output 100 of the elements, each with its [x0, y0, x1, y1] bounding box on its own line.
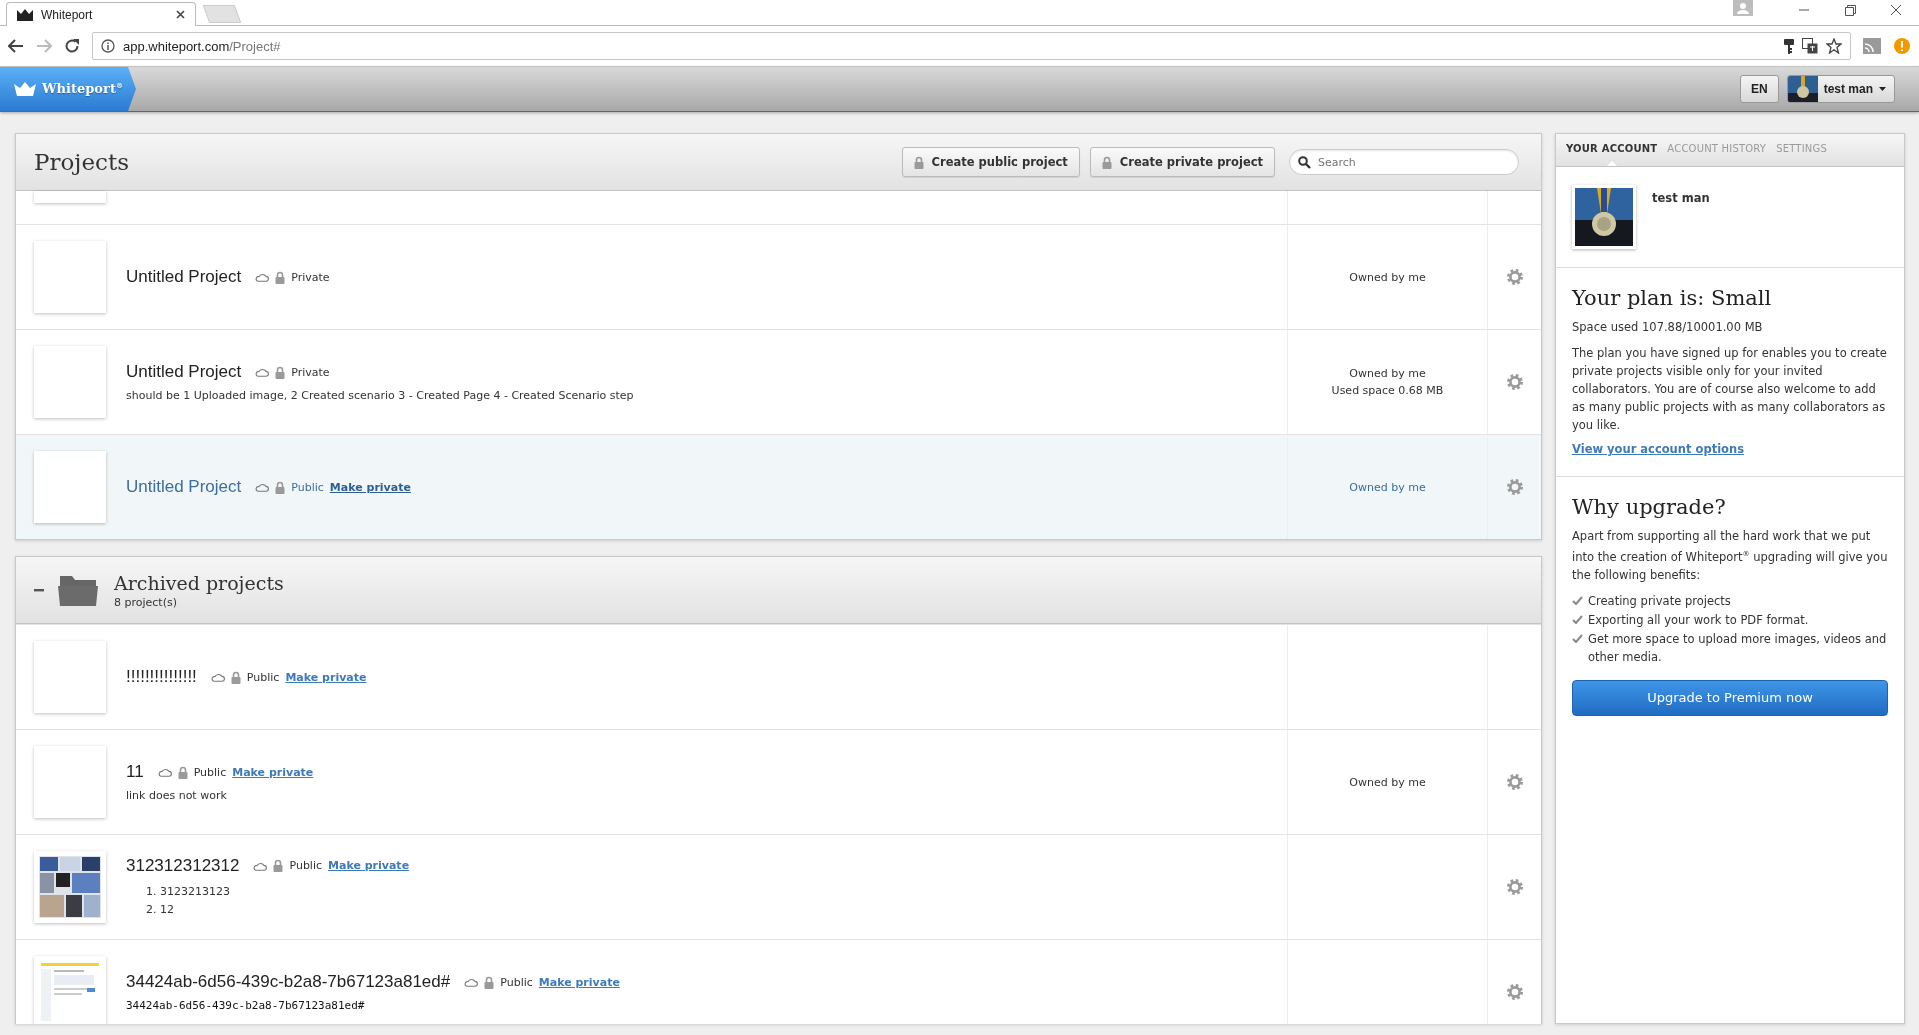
plan-title: Your plan is: Small	[1572, 286, 1773, 310]
lock-icon	[273, 859, 284, 872]
project-row[interactable]: Untitled Project Private should be 1 Uploaded image, 2 Created scenario 3 - Created Page 4 - Created Scenario step Owned by me Used space 0.68 MB	[16, 329, 1541, 434]
project-thumbnail	[34, 746, 106, 818]
visibility-label: Public	[500, 975, 533, 989]
used-space-label: Used space 0.68 MB	[1331, 383, 1444, 399]
logo-text: Whiteport$^{®}$	[42, 81, 123, 97]
info-icon	[101, 39, 115, 53]
lock-icon	[275, 365, 286, 379]
settings-icon[interactable]	[1505, 773, 1524, 791]
check-icon	[1572, 633, 1583, 643]
settings-icon[interactable]	[1505, 268, 1524, 286]
star-icon[interactable]	[1826, 38, 1842, 54]
lock-icon	[230, 670, 241, 684]
description-list-item: 1. 3123213123	[146, 883, 231, 900]
project-name[interactable]: Untitled Project	[126, 267, 242, 287]
upgrade-description: Apart from supporting all the hard work that we put into the creation of Whiteport$^{®}$ upgrading will give you the following benefits:	[1572, 528, 1888, 584]
project-thumbnail	[34, 191, 106, 203]
project-row[interactable]: Untitled Project Private Owned by me	[16, 224, 1541, 329]
panel-title: Projects	[34, 149, 130, 175]
translate-icon[interactable]	[1802, 38, 1818, 54]
project-thumbnail	[34, 241, 106, 313]
project-thumbnail	[34, 451, 106, 523]
project-row[interactable]: Untitled Project Public Make private Owned by me	[16, 434, 1541, 539]
project-row[interactable]: 11 Public Make private link does not work Owned by me	[16, 729, 1541, 834]
space-used-text: Space used 107.88/10001.00 MB	[1572, 319, 1764, 336]
benefit-text: Get more space to upload more images, videos and other media.	[1588, 630, 1888, 666]
cloud-icon	[253, 860, 268, 871]
make-private-link[interactable]: Make private	[328, 859, 410, 872]
owner-label: Owned by me	[1349, 774, 1426, 791]
upgrade-button[interactable]: Upgrade to Premium now	[1572, 679, 1888, 716]
lock-icon	[275, 270, 286, 284]
cloud-icon	[255, 482, 270, 492]
page-thumbnail	[39, 961, 101, 1023]
make-private-link[interactable]: Make private	[538, 975, 620, 989]
section-title: Archived projects	[114, 571, 284, 594]
account-tab[interactable]: YOUR ACCOUNT	[1566, 142, 1658, 166]
new-tab-button[interactable]	[202, 5, 242, 23]
forward-icon[interactable]	[36, 39, 52, 53]
visibility-label: Private	[291, 365, 330, 379]
create-project-button[interactable]: Create private project	[1089, 147, 1275, 177]
cloud-icon	[255, 272, 270, 282]
project-name[interactable]: 11	[126, 762, 144, 782]
crown-icon	[14, 82, 36, 96]
make-private-link[interactable]: Make private	[232, 765, 314, 779]
project-name[interactable]: 34424ab-6d56-439c-b2a8-7b67123a81ed#	[126, 972, 451, 992]
owner-label: Owned by me	[1349, 269, 1426, 286]
owner-label: Owned by me	[1349, 479, 1426, 496]
address-bar[interactable]: app.whiteport.com/Project#	[92, 32, 1851, 60]
lock-icon	[177, 765, 188, 779]
project-row[interactable]: !!!!!!!!!!!!!!! Public Make private	[16, 624, 1541, 729]
back-icon[interactable]	[8, 39, 24, 53]
check-icon	[1572, 614, 1583, 624]
project-row[interactable]: 34424ab-6d56-439c-b2a8-7b67123a81ed# Public Make private 34424ab-6d56-439c-b2a8-7b67123a81ed#	[16, 939, 1541, 1024]
cast-icon[interactable]	[1863, 38, 1881, 54]
project-row[interactable]: 312312312312 Public Make private 1. 3123213123 2. 12	[16, 834, 1541, 939]
settings-icon[interactable]	[1505, 983, 1524, 1001]
alert-icon[interactable]	[1893, 37, 1911, 55]
benefit-text: Creating private projects	[1588, 592, 1731, 610]
upgrade-title: Why upgrade?	[1572, 495, 1727, 519]
lock-icon	[913, 155, 924, 169]
reload-icon[interactable]	[64, 38, 80, 54]
search-field[interactable]: Search	[1289, 149, 1519, 175]
create-project-button[interactable]: Create public project	[901, 147, 1080, 177]
key-icon[interactable]	[1784, 38, 1794, 54]
profile-name: test man	[1652, 191, 1710, 207]
project-description: should be 1 Uploaded image, 2 Created scenario 3 - Created Page 4 - Created Scenario step	[126, 389, 634, 402]
project-name[interactable]: Untitled Project	[126, 477, 242, 497]
cloud-icon	[464, 977, 479, 987]
make-private-link[interactable]: Make private	[329, 480, 411, 494]
plan-description: The plan you have signed up for enables you to create private projects visible only for your invited collaborators. You are of course also welcome to add as many public projects with as many collaborators as you like.	[1572, 345, 1888, 434]
description-list-item: 2. 12	[146, 901, 175, 918]
cloud-icon	[210, 672, 225, 682]
project-name[interactable]: Untitled Project	[126, 362, 242, 382]
user-menu-button[interactable]: test man	[1786, 75, 1895, 103]
project-thumbnail	[34, 641, 106, 713]
project-name[interactable]: 312312312312	[126, 855, 240, 876]
account-options-link[interactable]: View your account options	[1572, 442, 1744, 456]
crown-icon	[17, 8, 33, 21]
project-name[interactable]: !!!!!!!!!!!!!!!	[126, 667, 197, 687]
profile-icon[interactable]	[1733, 0, 1753, 16]
lock-icon	[484, 975, 495, 989]
folder-icon	[58, 574, 98, 606]
project-description: link does not work	[126, 789, 228, 802]
lock-icon	[1101, 155, 1112, 169]
visibility-label: Public	[246, 670, 280, 684]
settings-icon[interactable]	[1505, 878, 1524, 896]
language-button[interactable]: EN	[1739, 75, 1779, 103]
make-private-link[interactable]: Make private	[285, 670, 367, 684]
settings-icon[interactable]	[1505, 478, 1524, 496]
settings-icon[interactable]	[1505, 373, 1524, 391]
visibility-label: Public	[289, 859, 323, 872]
browser-tab[interactable]: Whiteport	[6, 2, 196, 26]
close-icon[interactable]	[176, 10, 185, 19]
visibility-label: Public	[291, 480, 324, 494]
caret-icon	[1879, 87, 1886, 91]
benefit-text: Exporting all your work to PDF format.	[1588, 611, 1809, 629]
project-thumbnail	[34, 346, 106, 418]
cloud-icon	[157, 767, 172, 777]
check-icon	[1572, 595, 1583, 605]
